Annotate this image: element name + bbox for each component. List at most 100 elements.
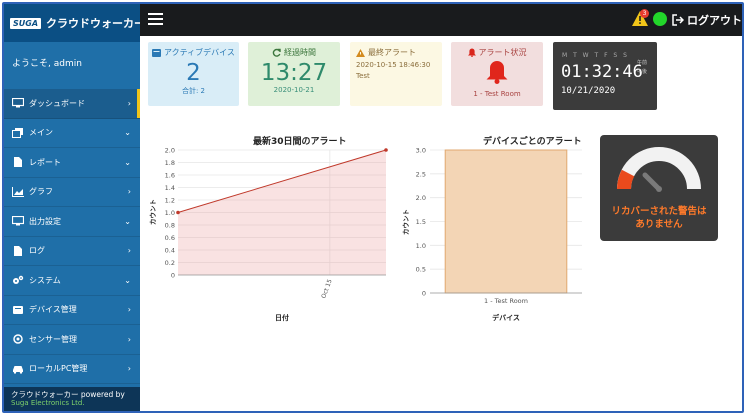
monitor-icon [11, 98, 25, 108]
active-devices-total: 合計: 2 [181, 87, 206, 95]
bell-icon [486, 61, 508, 84]
y-tick-label: 2.5 [416, 170, 426, 178]
refresh-icon [272, 48, 281, 57]
footer-company-link[interactable]: Suga Electronics Ltd. [11, 399, 133, 408]
connection-status-indicator [653, 12, 667, 26]
welcome-text: ようこそ, admin [12, 59, 82, 69]
chevron-down-icon: ⌄ [124, 275, 131, 285]
sidebar-item-report[interactable]: レポート ⌄ [4, 148, 140, 178]
brand[interactable]: SUGA クラウドウォーカー [4, 4, 145, 42]
chevron-down-icon: ⌄ [124, 216, 131, 226]
chevron-down-icon: ⌄ [124, 128, 131, 138]
device-icon [12, 305, 25, 315]
gears-icon [12, 275, 25, 285]
menu-toggle-icon[interactable] [148, 13, 163, 25]
last-alert-name: Test [356, 72, 370, 80]
alert-count-badge: 3 [640, 9, 649, 18]
card-title: 経過時間 [284, 48, 316, 57]
alert-status-card[interactable]: アラート状況 1 - Test Room [451, 42, 543, 106]
copy-icon [12, 127, 25, 138]
sidebar-item-label: 出力設定 [29, 216, 61, 226]
y-tick-label: 0.5 [416, 266, 426, 274]
active-devices-count: 2 [186, 60, 201, 86]
app-title: クラウドウォーカー [46, 17, 146, 30]
logout-button[interactable]: ログアウト [672, 12, 742, 28]
y-axis-label: カウント [149, 199, 157, 225]
clock-time: 01:32:46 [561, 62, 643, 82]
sidebar-item-graph[interactable]: グラフ › [4, 178, 140, 207]
y-tick-label: 2.0 [416, 194, 426, 202]
clock-pm: 午後 [637, 69, 648, 75]
sidebar-footer: クラウドウォーカー powered by Suga Electronics Lt… [4, 387, 140, 411]
sidebar-item-sensor-management[interactable]: センサー管理 › [4, 325, 140, 355]
alerts-30-days-chart: 0 0.2 0.4 0.6 0.8 1.0 1.2 1.4 1.6 1.8 2.0 Oct 15 日付 カ… [149, 147, 388, 322]
card-title: アラート状況 [478, 48, 527, 57]
y-tick-label: 2.0 [165, 147, 175, 155]
sidebar-item-dashboard[interactable]: ダッシュボード › [4, 89, 140, 119]
y-tick-label: 1.0 [165, 209, 175, 217]
card-title: アクティブデバイス [164, 48, 235, 57]
alert-notification[interactable]: 3 [631, 9, 649, 28]
sidebar-item-label: デバイス管理 [29, 305, 77, 315]
y-tick-label: 1.4 [165, 184, 175, 192]
last-alert-card[interactable]: 最終アラート 2020-10-15 18:46:30 Test [350, 42, 442, 106]
clock-ampm: 午前 午後 [637, 59, 647, 77]
data-point [176, 210, 180, 215]
card-title: 最終アラート [368, 48, 416, 57]
logout-label: ログアウト [687, 14, 742, 27]
gauge-message-line1: リカバーされた警告は [611, 206, 707, 217]
active-devices-card[interactable]: アクティブデバイス 2 合計: 2 [148, 42, 239, 106]
y-tick-label: 0.4 [165, 247, 175, 255]
digital-clock: M T W T F S S 01:32:46 午前 午後 10/21/2020 [553, 42, 657, 110]
sign-out-icon [672, 14, 684, 26]
brand-logo: SUGA [10, 17, 42, 29]
elapsed-date: 2020-10-21 [273, 86, 315, 94]
sidebar-item-system[interactable]: システム ⌄ [4, 266, 140, 296]
gauge-message-line2: ありません [635, 219, 683, 230]
file-icon [12, 245, 25, 256]
chevron-right-icon: › [127, 98, 131, 108]
sidebar-item-label: システム [29, 275, 61, 285]
area-chart-icon [12, 186, 25, 197]
y-tick-label: 0 [171, 272, 175, 280]
sensor-icon [12, 334, 25, 344]
chevron-right-icon: › [127, 334, 131, 344]
y-tick-label: 0.8 [165, 222, 175, 230]
x-tick-label: 1 - Test Room [484, 297, 528, 305]
sidebar-item-device-management[interactable]: デバイス管理 › [4, 296, 140, 325]
y-tick-label: 1.8 [165, 159, 175, 167]
sidebar-item-log[interactable]: ログ › [4, 237, 140, 266]
sidebar-item-local-pc-management[interactable]: ローカルPC管理 › [4, 355, 140, 384]
sidebar-item-label: グラフ [29, 187, 53, 197]
y-tick-label: 0 [422, 290, 426, 298]
x-axis-label: デバイス [492, 313, 520, 322]
y-tick-label: 1.0 [416, 242, 426, 250]
sidebar-item-output-settings[interactable]: 出力設定 ⌄ [4, 207, 140, 237]
sidebar: SUGA クラウドウォーカー ようこそ, admin ダッシュボード › メイン… [4, 4, 145, 411]
elapsed-time-value: 13:27 [260, 60, 328, 86]
footer-powered-by: クラウドウォーカー powered by [11, 390, 125, 399]
chevron-right-icon: › [127, 305, 131, 315]
warning-icon [356, 48, 365, 57]
sidebar-item-main[interactable]: メイン ⌄ [4, 119, 140, 148]
y-tick-label: 1.6 [165, 172, 175, 180]
clock-weekdays: M T W T F S S [562, 52, 629, 59]
sidebar-item-label: センサー管理 [29, 334, 77, 344]
app-window: SUGA クラウドウォーカー ようこそ, admin ダッシュボード › メイン… [2, 2, 744, 413]
gauge-icon [617, 147, 701, 192]
area-fill [178, 150, 386, 275]
monitor-icon [11, 216, 25, 226]
y-tick-label: 1.2 [165, 197, 175, 205]
chevron-down-icon: ⌄ [124, 157, 131, 167]
bar [444, 149, 568, 294]
elapsed-time-card[interactable]: 経過時間 13:27 2020-10-21 [248, 42, 340, 106]
alerts-by-device-chart: 0 0.5 1.0 1.5 2.0 2.5 3.0 1 - Test Room デバイス カウント [402, 147, 582, 322]
no-recovered-alerts-message: リカバーされた警告は ありません [600, 205, 718, 231]
sidebar-item-label: メイン [29, 128, 53, 138]
sidebar-item-label: レポート [29, 157, 61, 167]
sidebar-item-label: ログ [29, 246, 45, 256]
device-icon [152, 48, 162, 57]
y-tick-label: 0.2 [165, 259, 175, 267]
last-alert-timestamp: 2020-10-15 18:46:30 [356, 61, 431, 69]
y-tick-label: 0.6 [165, 234, 175, 242]
